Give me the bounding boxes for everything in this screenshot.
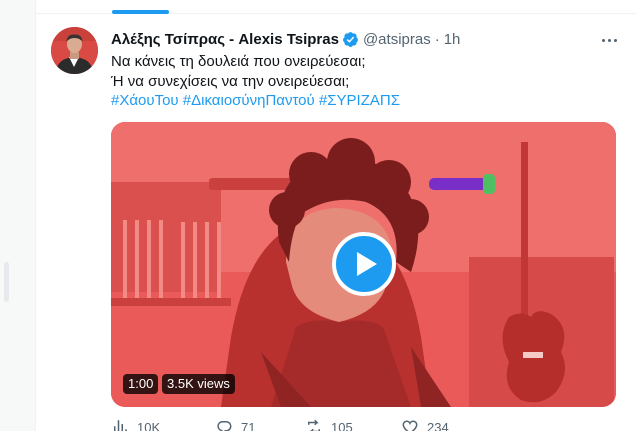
separator-dot: · (434, 30, 440, 48)
timestamp[interactable]: 1h (444, 31, 461, 48)
left-sidebar-gutter (0, 0, 36, 431)
more-options-icon[interactable] (597, 28, 621, 52)
reply-count: 71 (241, 419, 256, 431)
avatar-photo (51, 27, 98, 74)
retweet-count: 105 (331, 419, 353, 431)
tweet-text-line: Ή να συνεχίσεις να την ονειρεύεσαι; (111, 72, 350, 90)
hashtag-link[interactable]: #ΣΥΡΙΖΑΠΣ (319, 92, 400, 109)
retweet-action[interactable]: 105 (305, 418, 353, 431)
reply-icon (217, 421, 232, 431)
timeline-top-bar (36, 0, 636, 14)
play-button[interactable] (332, 232, 396, 296)
avatar[interactable] (51, 27, 98, 74)
tweet-actions: 10K 71 105 234 (111, 418, 531, 431)
hashtags-line: #ΧάουΤου #ΔικαιοσύνηΠαντού #ΣΥΡΙΖΑΠΣ (111, 91, 621, 111)
verified-badge-icon (343, 31, 358, 47)
tweet[interactable]: Αλέξης Τσίπρας - Alexis Tsipras @atsipra… (36, 14, 636, 431)
hashtag-link[interactable]: #ΔικαιοσύνηΠαντού (183, 92, 315, 109)
play-icon (356, 252, 377, 276)
tweet-header: Αλέξης Τσίπρας - Alexis Tsipras @atsipra… (111, 29, 460, 49)
tweet-text-line: Να κάνεις τη δουλειά που ονειρεύεσαι; (111, 53, 366, 70)
video-duration-badge: 1:00 (123, 374, 159, 394)
analytics-icon (114, 420, 127, 431)
hashtag-link[interactable]: #ΧάουΤου (111, 92, 179, 109)
video-views-badge: 3.5K views (162, 374, 235, 394)
like-icon (402, 420, 418, 431)
video-player[interactable]: 1:00 3.5K views (111, 122, 616, 407)
display-name[interactable]: Αλέξης Τσίπρας - Alexis Tsipras (111, 31, 339, 48)
tweet-text: Να κάνεις τη δουλειά που ονειρεύεσαι; Ή … (111, 52, 621, 111)
retweet-icon (308, 419, 320, 431)
gutter-scroll-mark (4, 262, 9, 302)
handle[interactable]: @atsipras (363, 31, 431, 48)
views-action[interactable]: 10K (111, 418, 160, 431)
like-count: 234 (427, 419, 449, 431)
reply-action[interactable]: 71 (215, 418, 255, 431)
views-count: 10K (137, 419, 161, 431)
like-action[interactable]: 234 (401, 418, 449, 431)
